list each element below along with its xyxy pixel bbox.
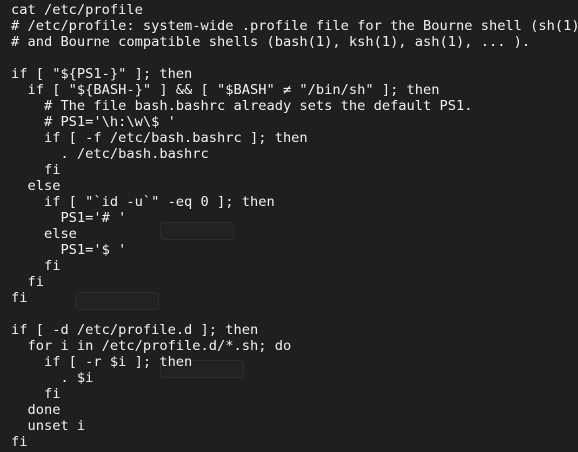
code-line: fi (11, 162, 61, 178)
comment-line: # and Bourne compatible shells (bash(1),… (11, 34, 531, 50)
comment-line: # /etc/profile: system-wide .profile fil… (11, 18, 578, 34)
code-line: fi (11, 434, 28, 450)
code-line: if [ "`id -u`" -eq 0 ]; then (11, 194, 275, 210)
code-line: fi (11, 386, 61, 402)
code-line: PS1='# ' (11, 210, 127, 226)
code-line: else (11, 226, 77, 242)
code-line: if [ -f /etc/bash.bashrc ]; then (11, 130, 308, 146)
code-line: else (11, 178, 61, 194)
code-line: fi (11, 274, 44, 290)
comment-line: # PS1='\h:\w\$ ' (11, 114, 176, 130)
code-line: if [ "${PS1-}" ]; then (11, 66, 193, 82)
code-line: for i in /etc/profile.d/*.sh; do (11, 338, 292, 354)
code-line: unset i (11, 418, 86, 434)
code-line: . /etc/bash.bashrc (11, 146, 209, 162)
terminal-output: cat /etc/profile # /etc/profile: system-w… (11, 2, 578, 450)
code-line: . $i (11, 370, 94, 386)
code-line: done (11, 402, 61, 418)
terminal-window[interactable]: cat /etc/profile # /etc/profile: system-w… (0, 0, 578, 452)
code-line: if [ -d /etc/profile.d ]; then (11, 322, 259, 338)
command-line: cat /etc/profile (11, 2, 143, 18)
code-line: PS1='$ ' (11, 242, 127, 258)
code-line: fi (11, 258, 61, 274)
code-line: fi (11, 290, 28, 306)
comment-line: # The file bash.bashrc already sets the … (11, 98, 473, 114)
code-line: if [ -r $i ]; then (11, 354, 193, 370)
code-line: if [ "${BASH-}" ] && [ "$BASH" ≠ "/bin/s… (11, 82, 440, 98)
